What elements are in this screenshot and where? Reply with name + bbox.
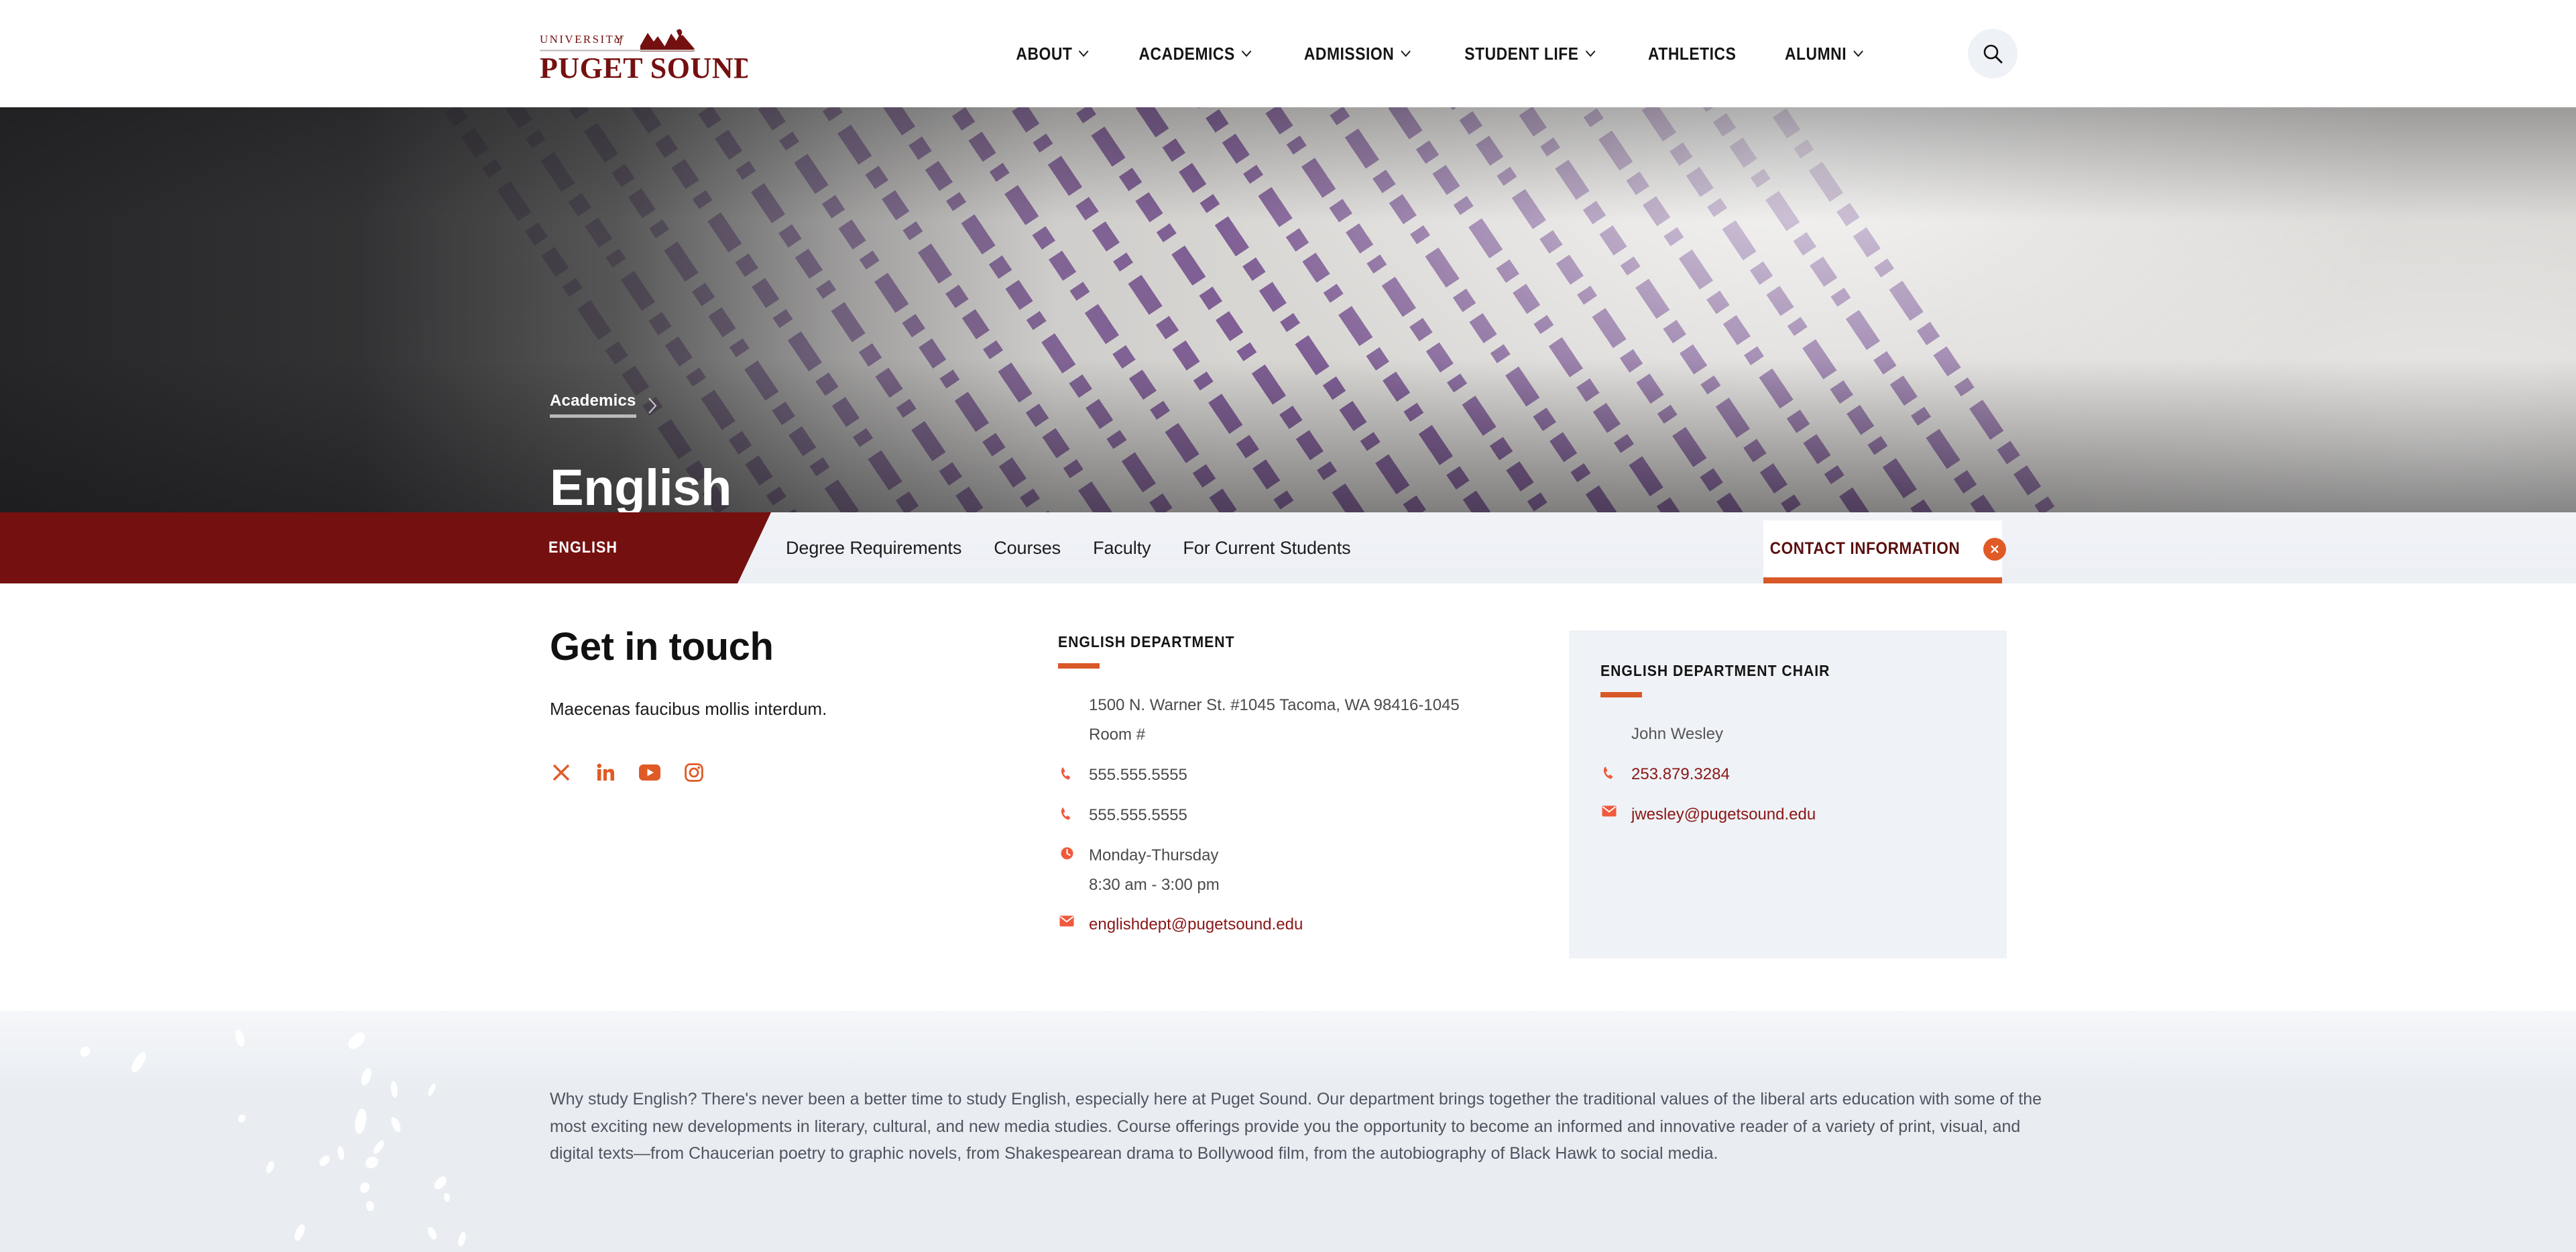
nav-item-athletics[interactable]: ATHLETICS xyxy=(1631,0,1753,107)
tab-contact-information-label: CONTACT INFORMATION xyxy=(1770,539,1960,558)
hours-time-row: 8:30 am - 3:00 pm xyxy=(1058,872,1527,898)
section-label: ENGLISH xyxy=(548,538,618,557)
search-button[interactable] xyxy=(1968,29,2017,78)
accent-bar xyxy=(1600,692,1642,697)
hours-row: Monday-Thursday xyxy=(1058,843,1527,868)
department-chair-details: John Wesley 253.879.3284 jwesley@pugetso… xyxy=(1600,722,2007,828)
chevron-down-icon xyxy=(1401,50,1411,57)
youtube-icon xyxy=(639,764,660,781)
chair-phone-row: 253.879.3284 xyxy=(1600,762,2007,787)
nav-item-alumni[interactable]: ALUMNI xyxy=(1768,0,1879,107)
phone-number-1: 555.555.5555 xyxy=(1089,765,1187,784)
tab-degree-requirements[interactable]: Degree Requirements xyxy=(770,538,978,559)
search-icon xyxy=(1983,44,2003,64)
breadcrumb: Academics xyxy=(550,393,658,418)
department-email-link[interactable]: englishdept@pugetsound.edu xyxy=(1089,912,1303,937)
hero-banner: Academics English xyxy=(0,107,2576,512)
tab-courses[interactable]: Courses xyxy=(978,538,1077,559)
page-title: English xyxy=(550,459,731,513)
department-chair-card: ENGLISH DEPARTMENT CHAIR John Wesley 253… xyxy=(1569,630,2007,958)
nav-item-label: ATHLETICS xyxy=(1647,43,1736,64)
social-links xyxy=(550,761,979,784)
address-line-1: 1500 N. Warner St. #1045 Tacoma, WA 9841… xyxy=(1089,696,1460,714)
phone-icon xyxy=(1061,807,1071,820)
english-department-block: ENGLISH DEPARTMENT 1500 N. Warner St. #1… xyxy=(1058,633,1527,952)
address-room-row: Room # xyxy=(1058,722,1527,748)
chair-name: John Wesley xyxy=(1631,725,1723,743)
hours-time: 8:30 am - 3:00 pm xyxy=(1089,875,1220,894)
social-link-instagram[interactable] xyxy=(683,761,705,784)
nav-item-label: ALUMNI xyxy=(1784,43,1847,64)
social-link-x[interactable] xyxy=(550,761,573,784)
chair-name-row: John Wesley xyxy=(1600,722,2007,747)
nav-item-academics[interactable]: ACADEMICS xyxy=(1122,0,1268,107)
phone-row-2: 555.555.5555 xyxy=(1058,803,1527,828)
chevron-down-icon xyxy=(1079,50,1089,57)
svg-text:PUGET SOUND: PUGET SOUND xyxy=(540,52,748,83)
accent-bar xyxy=(1058,663,1100,669)
nav-item-label: ADMISSION xyxy=(1304,43,1395,64)
get-in-touch-heading: Get in touch xyxy=(550,625,774,669)
section-tab-links: Degree Requirements Courses Faculty For … xyxy=(770,512,1367,583)
phone-icon-wrap xyxy=(1058,803,1075,821)
university-logo[interactable]: UNIVERSITY of PUGET SOUND xyxy=(540,25,748,83)
hero-vertical-shade xyxy=(0,107,2576,512)
chair-email-row: jwesley@pugetsound.edu xyxy=(1600,802,2007,828)
intro-paragraph: Why study English? There's never been a … xyxy=(550,1090,2042,1163)
tab-faculty[interactable]: Faculty xyxy=(1077,538,1167,559)
nav-item-label: ACADEMICS xyxy=(1138,43,1236,64)
hours-days: Monday-Thursday xyxy=(1089,846,1219,864)
get-in-touch-column: Get in touch Maecenas faucibus mollis in… xyxy=(550,628,979,784)
tab-for-current-students[interactable]: For Current Students xyxy=(1167,538,1366,559)
phone-icon-wrap xyxy=(1600,762,1618,780)
site-header: UNIVERSITY of PUGET SOUND ABOUT ACADEMIC… xyxy=(0,0,2576,107)
clock-icon xyxy=(1061,847,1073,860)
email-icon-wrap xyxy=(1058,912,1075,927)
get-in-touch-lede: Maecenas faucibus mollis interdum. xyxy=(550,699,827,719)
phone-row-1: 555.555.5555 xyxy=(1058,762,1527,788)
phone-icon-wrap xyxy=(1058,762,1075,781)
section-label-banner: ENGLISH xyxy=(0,512,771,583)
nav-item-student-life[interactable]: STUDENT LIFE xyxy=(1448,0,1612,107)
email-icon-wrap xyxy=(1600,802,1618,817)
english-department-title: ENGLISH DEPARTMENT xyxy=(1058,633,1235,650)
chair-email-link[interactable]: jwesley@pugetsound.edu xyxy=(1631,802,1816,828)
close-icon xyxy=(1991,545,1999,553)
phone-icon xyxy=(1603,766,1613,779)
nav-item-label: ABOUT xyxy=(1016,43,1073,64)
close-contact-panel-button[interactable] xyxy=(1983,537,2006,561)
email-row: englishdept@pugetsound.edu xyxy=(1058,912,1527,937)
linkedin-icon xyxy=(597,763,614,781)
clock-icon-wrap xyxy=(1058,843,1075,860)
chevron-down-icon xyxy=(1242,50,1252,57)
nav-item-about[interactable]: ABOUT xyxy=(1000,0,1106,107)
phone-icon xyxy=(1061,766,1071,780)
intro-section: Why study English? There's never been a … xyxy=(0,1011,2576,1252)
chair-phone-link[interactable]: 253.879.3284 xyxy=(1631,762,1730,787)
chevron-down-icon xyxy=(1853,50,1863,57)
address-row: 1500 N. Warner St. #1045 Tacoma, WA 9841… xyxy=(1058,693,1527,718)
svg-text:UNIVERSITY: UNIVERSITY xyxy=(540,33,624,46)
email-icon xyxy=(1602,805,1617,817)
english-department-details: 1500 N. Warner St. #1045 Tacoma, WA 9841… xyxy=(1058,693,1527,937)
phone-number-2: 555.555.5555 xyxy=(1089,805,1187,824)
contact-information-panel: Get in touch Maecenas faucibus mollis in… xyxy=(0,583,2576,1011)
address-line-2: Room # xyxy=(1089,725,1146,744)
nav-item-label: STUDENT LIFE xyxy=(1464,43,1579,64)
primary-nav: ABOUT ACADEMICS ADMISSION STUDENT LIFE A… xyxy=(992,0,1887,107)
instagram-icon xyxy=(685,763,703,782)
x-icon xyxy=(552,764,570,781)
department-chair-title: ENGLISH DEPARTMENT CHAIR xyxy=(1600,662,1830,679)
tab-contact-information[interactable]: CONTACT INFORMATION xyxy=(1763,520,2006,583)
breadcrumb-item-academics[interactable]: Academics xyxy=(550,393,636,418)
social-link-youtube[interactable] xyxy=(638,761,661,784)
nav-item-admission[interactable]: ADMISSION xyxy=(1288,0,1427,107)
chevron-down-icon xyxy=(1585,50,1596,57)
social-link-linkedin[interactable] xyxy=(594,761,617,784)
chevron-right-icon xyxy=(648,397,657,414)
section-tabbar: ENGLISH Degree Requirements Courses Facu… xyxy=(0,512,2576,583)
email-icon xyxy=(1059,915,1074,927)
